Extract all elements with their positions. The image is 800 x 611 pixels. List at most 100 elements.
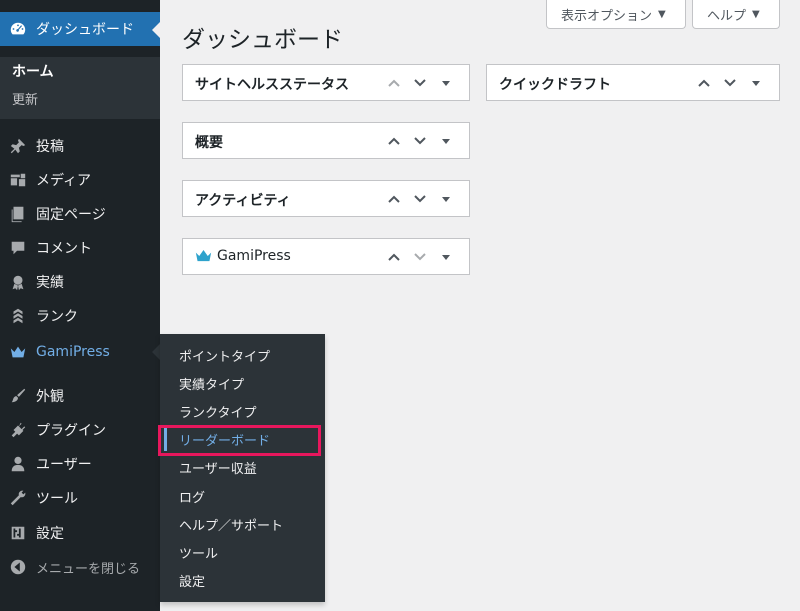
move-down-button[interactable] <box>407 129 433 153</box>
gamipress-crown-icon <box>195 250 212 262</box>
paintbrush-icon <box>0 387 36 405</box>
flyout-item-settings[interactable]: 設定 <box>179 571 205 590</box>
highlight-annotation-box <box>158 425 321 456</box>
user-icon <box>0 455 36 473</box>
sidebar-item-settings[interactable]: 設定 <box>0 516 160 550</box>
move-down-button[interactable] <box>407 245 433 269</box>
move-up-button[interactable] <box>381 71 407 95</box>
chevron-down-icon <box>414 253 426 261</box>
submenu-item-updates[interactable]: 更新 <box>12 89 38 108</box>
move-up-button[interactable] <box>381 245 407 269</box>
pages-icon <box>0 205 36 223</box>
move-down-button[interactable] <box>407 187 433 211</box>
chevron-up-icon <box>388 79 400 87</box>
toggle-panel-button[interactable] <box>433 71 459 95</box>
sidebar-item-label: 設定 <box>36 526 64 542</box>
sidebar-item-dashboard[interactable]: ダッシュボード <box>0 12 160 46</box>
help-button[interactable]: ヘルプ ▼ <box>692 0 780 29</box>
widget-title: 概要 <box>195 135 223 151</box>
widget-site-health: サイトヘルスステータス <box>182 64 470 101</box>
sidebar-item-label: 外観 <box>36 389 64 405</box>
chevron-down-icon <box>414 195 426 203</box>
caret-down-icon: ▼ <box>658 8 666 20</box>
move-down-button[interactable] <box>407 71 433 95</box>
widget-overview: 概要 <box>182 122 470 159</box>
chevron-up-icon <box>698 79 710 87</box>
flyout-arrow <box>152 344 160 360</box>
caret-down-icon: ▼ <box>752 8 760 20</box>
sidebar-item-label: メディア <box>36 173 92 189</box>
triangle-down-icon <box>442 255 450 260</box>
chevron-down-icon <box>414 137 426 145</box>
sidebar-item-ranks[interactable]: ランク <box>0 299 160 333</box>
widget-title-text: GamiPress <box>217 248 291 264</box>
sidebar-item-pages[interactable]: 固定ページ <box>0 197 160 231</box>
move-up-button[interactable] <box>691 71 717 95</box>
widget-title: サイトヘルスステータス <box>195 77 349 93</box>
flyout-item-tools[interactable]: ツール <box>179 543 218 562</box>
dashboard-gauge-icon <box>0 20 36 38</box>
admin-sidebar: ダッシュボード ホーム 更新 投稿 メディア 固定ページ コメント 実績 ランク… <box>0 0 160 611</box>
media-icon <box>0 171 36 189</box>
plug-icon <box>0 421 36 439</box>
sidebar-item-users[interactable]: ユーザー <box>0 447 160 481</box>
page-title: ダッシュボード <box>182 27 343 53</box>
sidebar-item-posts[interactable]: 投稿 <box>0 129 160 163</box>
active-menu-arrow <box>152 22 160 38</box>
sidebar-item-achievements[interactable]: 実績 <box>0 265 160 299</box>
sidebar-item-media[interactable]: メディア <box>0 163 160 197</box>
widget-title: GamiPress <box>195 248 291 264</box>
screen-options-button[interactable]: 表示オプション ▼ <box>546 0 686 29</box>
chevron-up-icon <box>388 195 400 203</box>
collapse-menu-button[interactable]: メニューを閉じる <box>0 550 160 584</box>
sidebar-item-label: ユーザー <box>36 457 92 473</box>
move-up-button[interactable] <box>381 187 407 211</box>
award-icon <box>0 273 36 291</box>
flyout-item-help-support[interactable]: ヘルプ／サポート <box>179 515 283 534</box>
toggle-panel-button[interactable] <box>743 71 769 95</box>
sidebar-item-gamipress[interactable]: GamiPress <box>0 335 160 369</box>
triangle-down-icon <box>752 81 760 86</box>
toggle-panel-button[interactable] <box>433 245 459 269</box>
widget-title: クイックドラフト <box>499 77 611 93</box>
sidebar-item-label: 投稿 <box>36 139 64 155</box>
triangle-down-icon <box>442 81 450 86</box>
chevron-up-icon <box>388 253 400 261</box>
widget-gamipress: GamiPress <box>182 238 470 275</box>
toggle-panel-button[interactable] <box>433 129 459 153</box>
widget-quick-draft: クイックドラフト <box>486 64 780 101</box>
sidebar-item-label: プラグイン <box>36 423 106 439</box>
move-down-button[interactable] <box>717 71 743 95</box>
wrench-icon <box>0 489 36 507</box>
toggle-panel-button[interactable] <box>433 187 459 211</box>
gamipress-flyout-submenu: ポイントタイプ 実績タイプ ランクタイプ リーダーボード ユーザー収益 ログ ヘ… <box>158 334 325 602</box>
help-label: ヘルプ <box>707 8 747 24</box>
sidebar-item-label: メニューを閉じる <box>36 561 141 577</box>
widget-activity: アクティビティ <box>182 180 470 217</box>
dashboard-submenu: ホーム 更新 <box>0 57 160 119</box>
submenu-item-home[interactable]: ホーム <box>12 61 54 81</box>
sidebar-item-label: 固定ページ <box>36 207 106 223</box>
flyout-item-achievement-types[interactable]: 実績タイプ <box>179 374 244 393</box>
sidebar-item-tools[interactable]: ツール <box>0 481 160 515</box>
widget-title: アクティビティ <box>195 193 291 209</box>
sidebar-item-comments[interactable]: コメント <box>0 231 160 265</box>
sidebar-item-label: 実績 <box>36 275 64 291</box>
move-up-button[interactable] <box>381 129 407 153</box>
pin-icon <box>0 137 36 155</box>
flyout-item-point-types[interactable]: ポイントタイプ <box>179 346 270 365</box>
flyout-item-rank-types[interactable]: ランクタイプ <box>179 402 256 421</box>
sidebar-item-plugins[interactable]: プラグイン <box>0 413 160 447</box>
sidebar-item-appearance[interactable]: 外観 <box>0 379 160 413</box>
flyout-item-user-earnings[interactable]: ユーザー収益 <box>179 458 257 477</box>
chevron-up-icon <box>388 137 400 145</box>
flyout-item-logs[interactable]: ログ <box>179 487 205 506</box>
sidebar-item-label: GamiPress <box>36 344 110 360</box>
chevron-down-icon <box>724 79 736 87</box>
settings-icon <box>0 524 36 542</box>
collapse-icon <box>0 558 36 576</box>
rank-icon <box>0 307 36 325</box>
sidebar-item-label: ランク <box>36 309 78 325</box>
sidebar-item-label: ダッシュボード <box>36 22 134 38</box>
crown-icon <box>0 343 36 361</box>
